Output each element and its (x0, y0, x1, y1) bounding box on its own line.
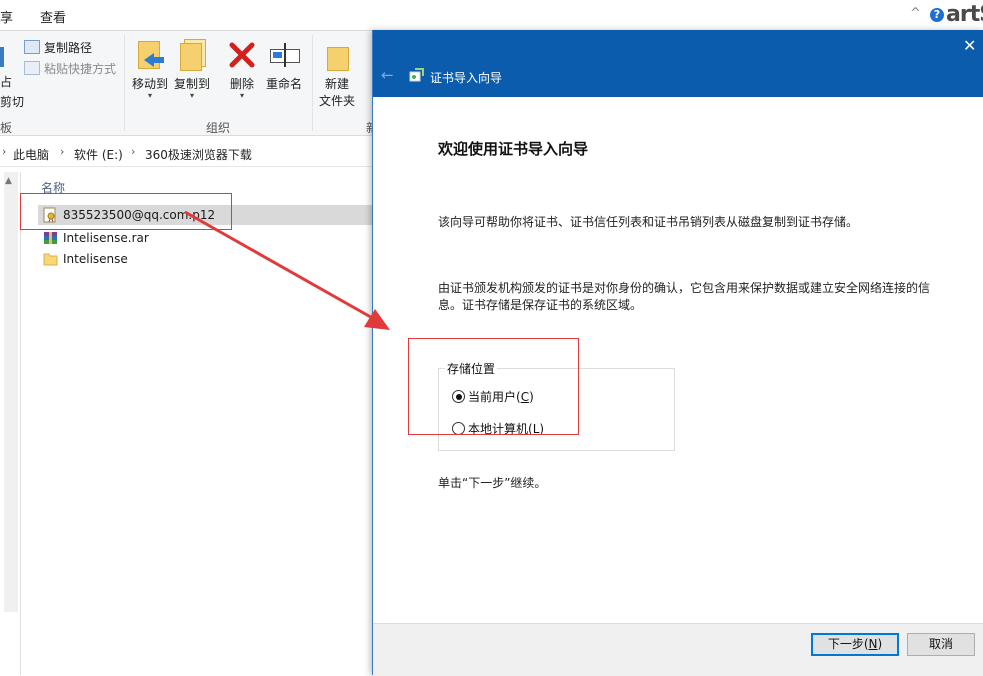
paste-shortcut-icon (24, 61, 40, 75)
radio-current-user-hotkey: C (520, 390, 530, 404)
chevron-right-icon: › (2, 145, 7, 158)
left-fragment-label: 占 (0, 75, 13, 89)
breadcrumb-download-folder[interactable]: 360极速浏览器下载 (145, 146, 252, 163)
chevron-down-icon: ▾ (147, 91, 152, 100)
radio-current-user-label: 当前用户( (468, 390, 521, 404)
cut-button[interactable]: 剪切 (0, 93, 24, 110)
organize-group-label: 组织 (206, 121, 231, 135)
copy-path-icon (24, 40, 40, 54)
file-row-rar[interactable]: Intelisense.rar (38, 228, 380, 248)
ribbon-left-fragment (0, 47, 4, 70)
breadcrumb-drive-e[interactable]: 软件 (E:) (74, 146, 123, 163)
radio-local-machine-label: 本地计算机( (468, 422, 533, 436)
close-icon[interactable]: ✕ (963, 36, 976, 55)
wizard-heading: 欢迎使用证书导入向导 (438, 140, 589, 158)
tab-view[interactable]: 查看 (40, 7, 66, 26)
certificate-file-icon (43, 207, 58, 223)
store-location-group (438, 368, 675, 451)
dialog-title-bar: ✕ ← 证书导入向导 (373, 30, 983, 97)
help-glyph: ? (933, 8, 941, 21)
paste-shortcut-label: 粘贴快捷方式 (44, 62, 117, 76)
cancel-button[interactable]: 取消 (907, 633, 975, 656)
radio-unchecked-icon[interactable] (452, 422, 465, 435)
new-folder-icon (321, 39, 353, 71)
tab-share[interactable]: 享 (0, 7, 13, 26)
chevron-down-icon: ▾ (189, 91, 194, 100)
delete-x-icon (226, 39, 258, 71)
folder-icon (43, 251, 58, 267)
file-name: 835523500@qq.com.p12 (63, 208, 216, 222)
copy-to-icon (176, 39, 208, 71)
scroll-up-icon[interactable]: ▲ (5, 176, 12, 186)
file-row-folder[interactable]: Intelisense (38, 249, 380, 269)
new-folder-button[interactable]: 新建 文件夹 (318, 39, 356, 109)
help-icon[interactable]: ? (930, 8, 944, 22)
delete-label: 删除 (229, 77, 254, 91)
move-to-label: 移动到 (131, 77, 168, 91)
copy-path-button[interactable]: 复制路径 (24, 39, 92, 56)
chevron-right-icon: › (60, 145, 65, 158)
radio-current-user-suffix: ) (529, 390, 534, 404)
rename-button[interactable]: 重命名 (264, 39, 304, 92)
ribbon-collapse-icon[interactable]: ^ (910, 6, 921, 21)
chevron-right-icon: › (131, 145, 136, 158)
radio-current-user[interactable]: 当前用户(C) (452, 388, 534, 405)
back-arrow-icon[interactable]: ← (381, 66, 394, 84)
file-row-certificate[interactable]: 835523500@qq.com.p12 (38, 205, 380, 225)
ribbon-separator (124, 35, 125, 131)
wizard-description-text: 由证书颁发机构颁发的证书是对你身份的确认，它包含用来保护数据或建立安全网络连接的… (438, 281, 931, 312)
new-folder-label-2: 文件夹 (318, 94, 355, 108)
dialog-title: 证书导入向导 (430, 71, 503, 85)
new-folder-label-1: 新建 (324, 77, 349, 91)
delete-button[interactable]: 删除 ▾ (226, 39, 258, 100)
radio-local-machine[interactable]: 本地计算机(L) (452, 420, 544, 437)
ribbon-separator (312, 35, 313, 131)
brand-fragment: artS (946, 2, 983, 27)
rename-icon (268, 39, 300, 71)
file-name: Intelisense.rar (63, 231, 149, 245)
radio-local-machine-suffix: ) (539, 422, 545, 436)
move-to-button[interactable]: 移动到 ▾ (130, 39, 170, 100)
clipboard-group-label: 板 (0, 121, 13, 135)
copy-to-button[interactable]: 复制到 ▾ (172, 39, 212, 100)
paste-shortcut-button[interactable]: 粘贴快捷方式 (24, 60, 116, 77)
copy-to-label: 复制到 (173, 77, 210, 91)
next-button[interactable]: 下一步(N) (811, 633, 899, 656)
ribbon-tab-bar: 享 查看 ^ ? artS (0, 0, 983, 30)
copy-path-label: 复制路径 (44, 41, 93, 55)
rar-archive-icon (43, 230, 58, 246)
file-name: Intelisense (63, 252, 128, 266)
rename-label: 重命名 (265, 77, 302, 91)
wizard-continue-hint: 单击“下一步”继续。 (438, 476, 547, 490)
store-location-legend: 存储位置 (445, 360, 498, 377)
next-button-suffix: ) (877, 637, 883, 651)
chevron-down-icon: ▾ (239, 91, 244, 100)
certificate-import-wizard-dialog: ✕ ← 证书导入向导 欢迎使用证书导入向导 该向导可帮助你将证书、证书信任列表和… (372, 30, 983, 676)
certificate-wizard-icon (409, 68, 425, 82)
dialog-footer: 下一步(N) 取消 (373, 623, 983, 676)
radio-checked-icon[interactable] (452, 390, 465, 403)
next-button-label: 下一步( (827, 637, 869, 651)
left-fragment-bar (0, 47, 4, 67)
column-header-name[interactable]: 名称 (41, 179, 65, 196)
breadcrumb-this-pc[interactable]: 此电脑 (13, 146, 49, 163)
move-to-icon (134, 39, 166, 71)
nav-scrollbar[interactable] (4, 172, 18, 612)
wizard-intro-text: 该向导可帮助你将证书、证书信任列表和证书吊销列表从磁盘复制到证书存储。 (438, 215, 859, 229)
